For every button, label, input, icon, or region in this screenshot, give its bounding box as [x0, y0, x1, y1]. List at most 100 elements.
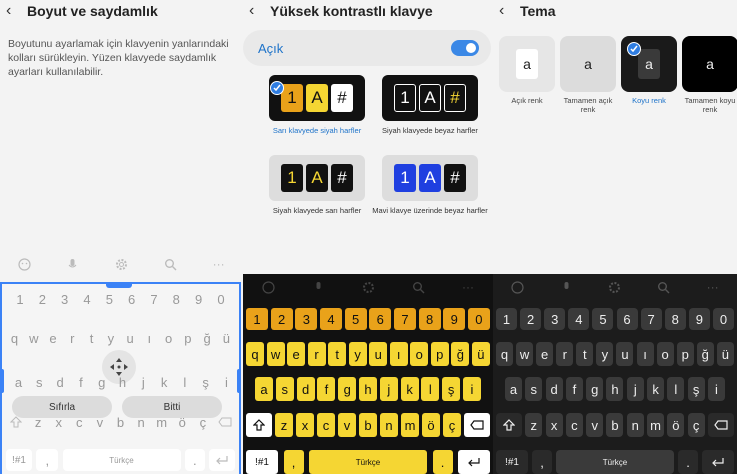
mic-icon[interactable]	[559, 280, 573, 294]
key[interactable]: j	[135, 372, 152, 392]
key[interactable]: ü	[218, 328, 235, 348]
more-icon[interactable]: ···	[212, 257, 226, 271]
resizable-keyboard[interactable]: 1 2 3 4 5 6 7 8 9 0 q w e r t y u ı o p …	[0, 282, 241, 474]
key[interactable]: t	[328, 342, 347, 366]
key[interactable]: ı	[141, 328, 158, 348]
symbols-key[interactable]: !#1	[6, 449, 32, 471]
settings-gear-icon[interactable]	[361, 280, 375, 294]
space-key[interactable]: Türkçe	[556, 450, 674, 474]
key[interactable]: q	[496, 342, 513, 366]
key[interactable]: l	[667, 377, 685, 401]
settings-gear-icon[interactable]	[114, 257, 128, 271]
theme-card-full-light[interactable]: a	[560, 36, 616, 92]
period-key[interactable]: .	[184, 449, 205, 471]
key[interactable]: ç	[194, 412, 211, 432]
high-contrast-toggle-row[interactable]: Açık	[243, 30, 491, 66]
back-arrow-icon[interactable]: ‹	[6, 3, 24, 19]
comma-key[interactable]: ,	[283, 450, 304, 474]
key[interactable]: w	[25, 328, 42, 348]
key[interactable]: 7	[144, 290, 164, 308]
key[interactable]: j	[626, 377, 644, 401]
key[interactable]: ğ	[451, 342, 470, 366]
key[interactable]: ö	[667, 413, 685, 437]
backspace-icon[interactable]	[707, 413, 734, 437]
key[interactable]: 6	[616, 308, 638, 330]
key[interactable]: l	[176, 372, 193, 392]
key[interactable]: 3	[55, 290, 75, 308]
key[interactable]: ö	[174, 412, 191, 432]
key[interactable]: g	[586, 377, 604, 401]
key[interactable]: 1	[246, 308, 268, 330]
key[interactable]: 0	[211, 290, 231, 308]
key[interactable]: q	[6, 328, 23, 348]
key[interactable]: ş	[442, 377, 461, 401]
key[interactable]: q	[246, 342, 264, 366]
key[interactable]: k	[156, 372, 173, 392]
key[interactable]: e	[287, 342, 306, 366]
period-key[interactable]: .	[678, 450, 698, 474]
enter-icon[interactable]	[209, 449, 235, 471]
mic-icon[interactable]	[311, 280, 325, 294]
key[interactable]: s	[525, 377, 543, 401]
settings-gear-icon[interactable]	[608, 280, 622, 294]
key[interactable]: ö	[422, 413, 440, 437]
backspace-icon[interactable]	[215, 412, 235, 432]
high-contrast-keyboard[interactable]: ··· 1 2 3 4 5 6 7 8 9 0 q w e r t y u ı …	[243, 274, 493, 474]
key[interactable]: 9	[688, 308, 710, 330]
key[interactable]: g	[338, 377, 357, 401]
key[interactable]: k	[647, 377, 665, 401]
key[interactable]: a	[255, 377, 273, 401]
key[interactable]: ç	[687, 413, 705, 437]
key[interactable]: i	[462, 377, 481, 401]
key[interactable]: 5	[99, 290, 119, 308]
key[interactable]: 2	[520, 308, 542, 330]
key[interactable]: d	[545, 377, 563, 401]
key[interactable]: e	[536, 342, 554, 366]
key[interactable]: y	[348, 342, 367, 366]
symbols-key[interactable]: !#1	[496, 450, 528, 474]
key[interactable]: i	[218, 372, 235, 392]
key[interactable]: l	[421, 377, 440, 401]
mic-icon[interactable]	[66, 257, 80, 271]
key[interactable]: o	[656, 342, 674, 366]
key[interactable]: w	[516, 342, 534, 366]
key[interactable]: ü	[471, 342, 490, 366]
key[interactable]: 6	[369, 308, 392, 330]
key[interactable]: 0	[467, 308, 490, 330]
key[interactable]: n	[380, 413, 398, 437]
key[interactable]: ı	[389, 342, 408, 366]
key[interactable]: h	[606, 377, 624, 401]
key[interactable]: c	[71, 412, 88, 432]
key[interactable]: m	[153, 412, 170, 432]
key[interactable]: b	[606, 413, 624, 437]
key[interactable]: a	[10, 372, 27, 392]
key[interactable]: y	[102, 328, 119, 348]
key[interactable]: w	[266, 342, 285, 366]
key[interactable]: x	[545, 413, 563, 437]
key[interactable]: 4	[319, 308, 342, 330]
key[interactable]: f	[317, 377, 336, 401]
enter-icon[interactable]	[458, 450, 490, 474]
key[interactable]: n	[626, 413, 644, 437]
key[interactable]: z	[525, 413, 543, 437]
key[interactable]: r	[64, 328, 81, 348]
key[interactable]: 8	[166, 290, 186, 308]
key[interactable]: 5	[344, 308, 367, 330]
key[interactable]: ş	[687, 377, 705, 401]
key[interactable]: 2	[32, 290, 52, 308]
key[interactable]: s	[275, 377, 294, 401]
more-icon[interactable]: ···	[461, 280, 475, 294]
enter-icon[interactable]	[702, 450, 734, 474]
key[interactable]: 7	[393, 308, 416, 330]
emoji-icon[interactable]	[261, 280, 275, 294]
key[interactable]: h	[358, 377, 377, 401]
key[interactable]: p	[179, 328, 196, 348]
shift-icon[interactable]	[496, 413, 522, 437]
key[interactable]: m	[401, 413, 419, 437]
key[interactable]: 6	[122, 290, 142, 308]
key[interactable]: v	[586, 413, 604, 437]
key[interactable]: 3	[544, 308, 566, 330]
theme-black-yellow[interactable]: 1 A # Siyah klavyede sarı harfler	[258, 155, 376, 215]
key[interactable]: z	[275, 413, 293, 437]
key[interactable]: d	[52, 372, 69, 392]
